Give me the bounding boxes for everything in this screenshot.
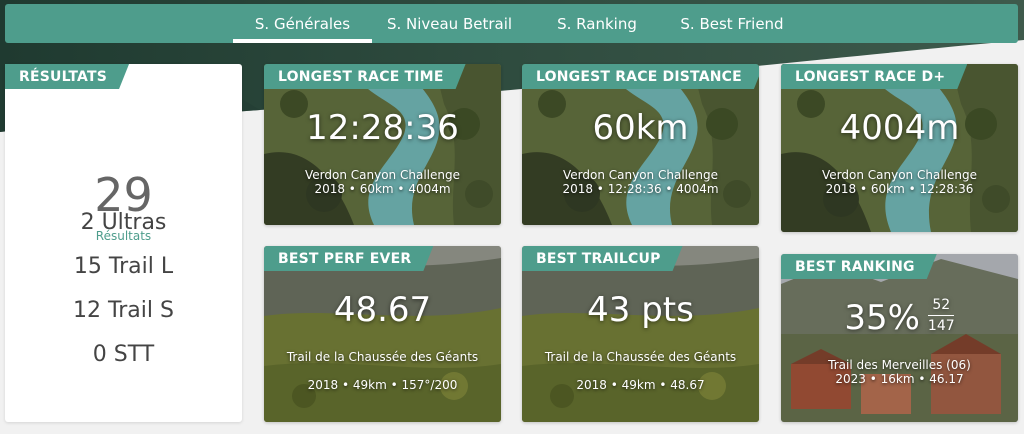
trail-l-count: 15 Trail L — [73, 254, 174, 279]
trail-s-count: 12 Trail S — [73, 298, 174, 323]
card-value: 60km — [592, 108, 689, 148]
longest-race-distance-card[interactable]: LONGEST RACE DISTANCE 60km Verdon Canyon… — [522, 64, 759, 225]
best-trailcup-card[interactable]: BEST TRAILCUP 43 pts Trail de la Chaussé… — [522, 246, 759, 422]
ultras-count: 2 Ultras — [80, 210, 167, 235]
photo-overlay — [264, 246, 501, 422]
results-title: RÉSULTATS — [5, 64, 129, 89]
ranking-total: 147 — [927, 318, 955, 334]
photo-overlay — [781, 64, 1018, 232]
fraction-bar — [928, 315, 955, 316]
card-value: 48.67 — [333, 290, 432, 330]
race-meta: 2018 • 60km • 12:28:36 — [825, 182, 974, 196]
race-name: Trail des Merveilles (06) — [828, 358, 971, 372]
card-value: 12:28:36 — [306, 108, 459, 148]
card-value: 35% 52 147 — [781, 297, 1018, 338]
race-name: Verdon Canyon Challenge — [563, 168, 718, 182]
photo-overlay — [781, 254, 1018, 422]
best-ranking-card[interactable]: BEST RANKING 35% 52 147 Trail des Merveill… — [781, 254, 1018, 422]
card-title: BEST RANKING — [781, 254, 937, 279]
card-value: 43 pts — [587, 290, 694, 330]
longest-race-time-card[interactable]: LONGEST RACE TIME 12:28:36 Verdon Canyon… — [264, 64, 501, 225]
race-meta: 2018 • 60km • 4004m — [314, 182, 451, 196]
race-name: Trail de la Chaussée des Géants — [286, 350, 479, 364]
stats-tab-bar: S. Générales S. Niveau Betrail S. Rankin… — [5, 4, 1018, 43]
tab-best-friend[interactable]: S. Best Friend — [667, 4, 797, 43]
race-name: Trail de la Chaussée des Géants — [544, 350, 737, 364]
card-title: BEST PERF EVER — [264, 246, 433, 271]
longest-race-dplus-card[interactable]: LONGEST RACE D+ 4004m Verdon Canyon Chal… — [781, 64, 1018, 232]
results-summary-card: RÉSULTATS 29 Résultats 2 Ultras 15 Trail… — [5, 64, 242, 422]
race-meta: 2018 • 49km • 48.67 — [576, 378, 705, 392]
card-title: LONGEST RACE D+ — [781, 64, 967, 89]
race-meta: 2023 • 16km • 46.17 — [835, 372, 964, 386]
ranking-fraction: 52 147 — [928, 297, 955, 334]
card-title: LONGEST RACE DISTANCE — [522, 64, 759, 89]
race-meta: 2018 • 12:28:36 • 4004m — [562, 182, 719, 196]
race-name: Verdon Canyon Challenge — [305, 168, 460, 182]
card-title: LONGEST RACE TIME — [264, 64, 466, 89]
ranking-percent: 35% — [844, 298, 920, 338]
ranking-position: 52 — [932, 297, 951, 313]
tab-generales[interactable]: S. Générales — [233, 4, 372, 43]
card-value: 4004m — [839, 108, 960, 148]
photo-overlay — [522, 246, 759, 422]
tab-ranking[interactable]: S. Ranking — [527, 4, 667, 43]
card-title: BEST TRAILCUP — [522, 246, 683, 271]
best-perf-card[interactable]: BEST PERF EVER 48.67 Trail de la Chaussé… — [264, 246, 501, 422]
race-name: Verdon Canyon Challenge — [822, 168, 977, 182]
stt-count: 0 STT — [92, 342, 155, 367]
tab-niveau-betrail[interactable]: S. Niveau Betrail — [372, 4, 527, 43]
race-meta: 2018 • 49km • 157°/200 — [307, 378, 458, 392]
